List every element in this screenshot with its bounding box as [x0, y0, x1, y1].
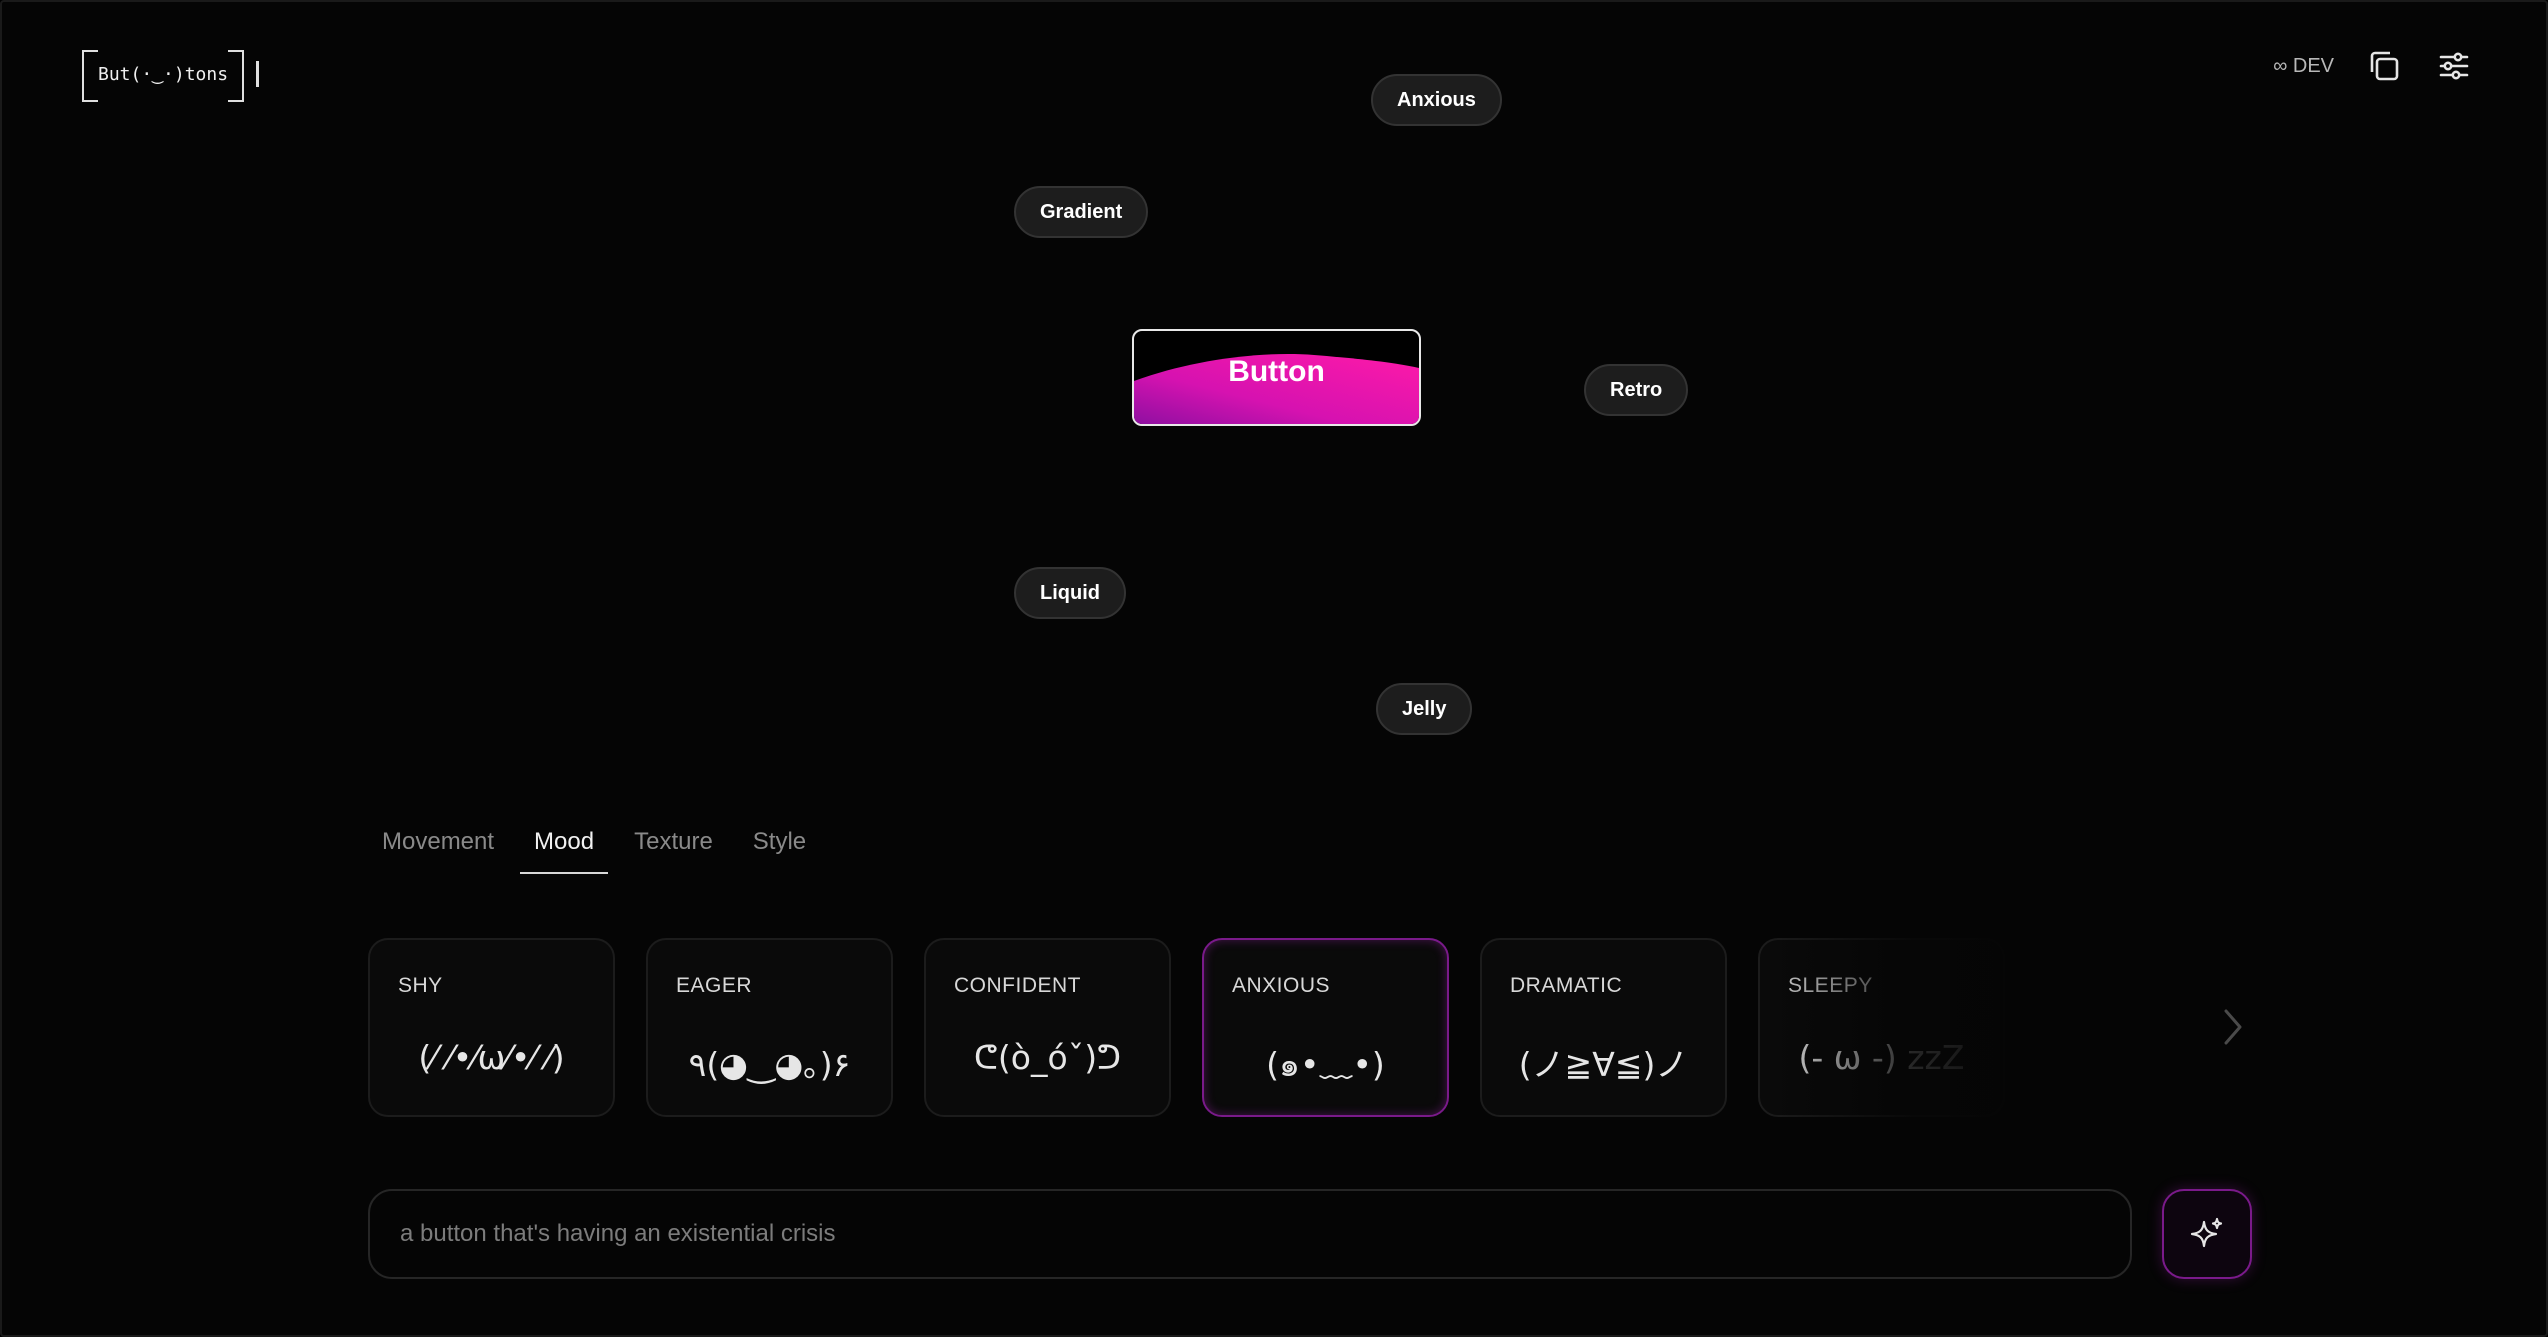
- mood-card-face: (๑•﹏•): [1266, 1045, 1385, 1084]
- mood-card-eager[interactable]: EAGER ٩(◕‿◕｡)۶: [646, 938, 893, 1117]
- mood-card-title: CURIOUS: [2066, 974, 2167, 997]
- chevron-right-icon: [2224, 1009, 2242, 1045]
- mood-card-face: (- ω -) zzZ: [1798, 1038, 1965, 1077]
- mood-card-sleepy[interactable]: SLEEPY (- ω -) zzZ: [1758, 938, 2005, 1117]
- mood-card-face: ᕦ(ò_óˇ)ᕤ: [973, 1038, 1122, 1077]
- preview-button-label: Button: [1228, 355, 1325, 388]
- tab-movement[interactable]: Movement: [368, 820, 508, 874]
- mood-card-title: DRAMATIC: [1510, 974, 1623, 997]
- mood-card-face: (⁄ ⁄•⁄ω⁄•⁄ ⁄): [418, 1038, 565, 1077]
- chip-gradient[interactable]: Gradient: [1014, 186, 1149, 238]
- category-tabs: Movement Mood Texture Style: [368, 820, 832, 874]
- mood-card-title: ANXIOUS: [1232, 974, 1331, 997]
- mood-card-face: ٩(◕‿◕｡)۶: [688, 1045, 851, 1084]
- mood-card-title: SHY: [398, 974, 443, 997]
- tab-style[interactable]: Style: [739, 820, 820, 874]
- chip-retro[interactable]: Retro: [1584, 364, 1689, 416]
- app-frame: But(·‿·)tons ∞ DEV Anxious Gradient Retr…: [0, 0, 2548, 1337]
- sliders-icon: [2439, 52, 2469, 80]
- logo-text: But(·‿·)tons: [82, 50, 245, 102]
- prompt-box: [368, 1189, 2132, 1279]
- mood-card-shy[interactable]: SHY (⁄ ⁄•⁄ω⁄•⁄ ⁄): [368, 938, 615, 1117]
- mood-card-confident[interactable]: CONFIDENT ᕦ(ò_óˇ)ᕤ: [924, 938, 1171, 1117]
- dev-badge: ∞ DEV: [2273, 54, 2334, 77]
- mood-card-anxious[interactable]: ANXIOUS (๑•﹏•): [1202, 938, 1449, 1117]
- header-actions: ∞ DEV: [2273, 46, 2474, 86]
- copy-icon: [2370, 51, 2399, 81]
- logo-cursor: [256, 61, 260, 87]
- preview-button[interactable]: Button: [1132, 329, 1421, 426]
- generate-button[interactable]: [2162, 1189, 2252, 1279]
- copy-button[interactable]: [2364, 46, 2404, 86]
- mood-card-title: CONFIDENT: [954, 974, 1081, 997]
- chip-liquid[interactable]: Liquid: [1014, 567, 1126, 619]
- chip-jelly[interactable]: Jelly: [1376, 683, 1473, 735]
- mood-card-face: (ノ≧∀≦)ノ: [1518, 1045, 1689, 1084]
- mood-card-title: EAGER: [676, 974, 753, 997]
- settings-button[interactable]: [2434, 46, 2474, 86]
- tab-texture[interactable]: Texture: [620, 820, 727, 874]
- tab-mood[interactable]: Mood: [520, 820, 609, 874]
- sparkle-icon: [2190, 1217, 2223, 1248]
- mood-card-title: SLEEPY: [1788, 974, 1873, 997]
- chip-anxious[interactable]: Anxious: [1371, 74, 1502, 126]
- prompt-input[interactable]: [400, 1191, 2100, 1277]
- logo[interactable]: But(·‿·)tons: [82, 50, 260, 102]
- mood-carousel: SHY (⁄ ⁄•⁄ω⁄•⁄ ⁄) EAGER ٩(◕‿◕｡)۶ CONFIDE…: [368, 938, 2248, 1118]
- carousel-next-button[interactable]: [2215, 1005, 2251, 1049]
- mood-card-dramatic[interactable]: DRAMATIC (ノ≧∀≦)ノ: [1480, 938, 1727, 1117]
